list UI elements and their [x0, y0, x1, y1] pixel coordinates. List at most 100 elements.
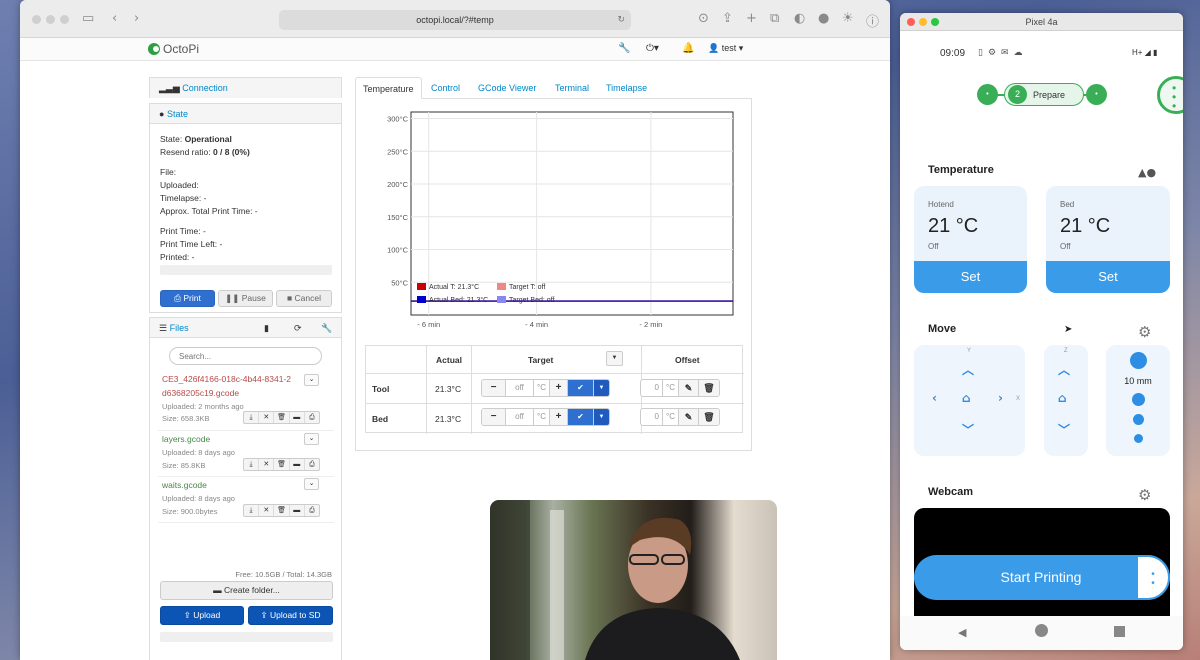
- delete-file-icon[interactable]: ✕: [259, 505, 275, 516]
- x-plus-arrow-icon[interactable]: ›: [998, 391, 1003, 405]
- tab-temperature[interactable]: Temperature: [355, 77, 422, 99]
- y-plus-arrow-icon[interactable]: ︿: [962, 361, 974, 378]
- tab-control[interactable]: Control: [424, 77, 467, 99]
- print-file-icon[interactable]: ⎙: [305, 412, 319, 423]
- file-expand-button[interactable]: ⌄: [304, 374, 319, 386]
- step-medium-dot[interactable]: [1132, 393, 1145, 406]
- home-nav-icon[interactable]: [1035, 624, 1048, 637]
- print-button[interactable]: ⎙ Print: [160, 290, 215, 307]
- recents-nav-icon[interactable]: [1114, 626, 1125, 637]
- settings-wrench-icon[interactable]: 🔧: [321, 318, 332, 338]
- pause-button[interactable]: ❚❚ Pause: [218, 290, 273, 307]
- octopi-logo[interactable]: OctoPi: [148, 42, 199, 56]
- trash-icon[interactable]: 🗑: [699, 380, 719, 396]
- close-window-button[interactable]: [907, 18, 915, 26]
- download-icon[interactable]: ⊙: [698, 11, 709, 26]
- increase-icon[interactable]: +: [550, 380, 568, 396]
- download-file-icon[interactable]: ⤓: [244, 412, 260, 423]
- bed-target-input[interactable]: off: [506, 409, 534, 425]
- decrease-icon[interactable]: −: [482, 409, 506, 425]
- delete-file-icon[interactable]: ✕: [259, 412, 275, 423]
- print-file-icon[interactable]: ⎙: [305, 459, 319, 470]
- home-xy-icon[interactable]: ⌂: [962, 391, 971, 405]
- shapes-icon[interactable]: ▲●: [1138, 166, 1156, 179]
- connection-header[interactable]: ▂▃▅ Connection: [150, 78, 341, 98]
- menu-fab[interactable]: • • •: [1157, 76, 1183, 114]
- delete-file-icon[interactable]: ✕: [259, 459, 275, 470]
- user-menu[interactable]: 👤 test ▾: [708, 43, 743, 54]
- confirm-check-icon[interactable]: ✔: [568, 409, 594, 425]
- tool-offset-input[interactable]: 0: [641, 380, 663, 396]
- webcam-settings-gear-icon[interactable]: ⚙: [1138, 486, 1151, 504]
- download-file-icon[interactable]: ⤓: [244, 505, 260, 516]
- extension-icon-2[interactable]: ●: [818, 11, 829, 26]
- x-minus-arrow-icon[interactable]: ‹: [932, 391, 937, 405]
- trash-icon[interactable]: 🗑: [699, 409, 719, 425]
- file-name[interactable]: CE3_426f4166-018c-4b44-8341-2: [162, 374, 291, 384]
- create-folder-button[interactable]: ▬ Create folder...: [160, 581, 333, 600]
- target-dropdown-button[interactable]: ▼: [606, 351, 623, 366]
- print-file-icon[interactable]: ⎙: [305, 505, 319, 516]
- tab-timelapse[interactable]: Timelapse: [599, 77, 654, 99]
- state-header[interactable]: ● State: [150, 104, 341, 124]
- sd-card-icon[interactable]: ▮: [264, 318, 269, 338]
- upload-to-sd-button[interactable]: ⇪ Upload to SD: [248, 606, 333, 625]
- maximize-window-button[interactable]: [931, 18, 939, 26]
- tab-gcode-viewer[interactable]: GCode Viewer: [471, 77, 543, 99]
- tool-target-input[interactable]: off: [506, 380, 534, 396]
- step-3-icon[interactable]: •: [1086, 84, 1107, 105]
- info-icon[interactable]: ⓘ: [866, 11, 879, 30]
- brightness-icon[interactable]: ☀: [842, 11, 854, 26]
- cancel-button[interactable]: ■ Cancel: [276, 290, 332, 307]
- extension-icon[interactable]: ◐: [794, 11, 805, 26]
- confirm-check-icon[interactable]: ✔: [568, 380, 594, 396]
- dropdown-caret-icon[interactable]: ▼: [594, 409, 609, 425]
- tab-overview-icon[interactable]: ⧉: [770, 11, 779, 26]
- back-icon[interactable]: ‹: [112, 11, 117, 26]
- edit-pencil-icon[interactable]: ✎: [679, 409, 699, 425]
- z-minus-arrow-icon[interactable]: ﹀: [1058, 421, 1070, 438]
- bed-offset-input[interactable]: 0: [641, 409, 663, 425]
- folder-icon[interactable]: ▬: [290, 412, 305, 423]
- refresh-icon[interactable]: ⟳: [294, 318, 302, 338]
- share-icon[interactable]: ⇪: [722, 11, 733, 26]
- new-tab-icon[interactable]: +: [746, 11, 757, 26]
- start-printing-button[interactable]: Start Printing • •: [914, 555, 1170, 600]
- close-window-button[interactable]: [32, 15, 41, 24]
- increase-icon[interactable]: +: [550, 409, 568, 425]
- folder-icon[interactable]: ▬: [290, 505, 305, 516]
- reload-icon[interactable]: ↻: [617, 10, 625, 30]
- file-search-input[interactable]: [169, 347, 322, 365]
- upload-button[interactable]: ⇪ Upload: [160, 606, 244, 625]
- step-large-dot[interactable]: [1130, 352, 1147, 369]
- file-name-cont[interactable]: d6368205c19.gcode: [162, 388, 239, 398]
- sidebar-toggle-icon[interactable]: ▭: [82, 11, 94, 26]
- power-icon[interactable]: ⏻▾: [646, 43, 659, 54]
- folder-icon[interactable]: ▬: [290, 459, 305, 470]
- step-tiny-dot[interactable]: [1134, 434, 1143, 443]
- file-name[interactable]: waits.gcode: [162, 480, 207, 490]
- file-expand-button[interactable]: ⌄: [304, 478, 319, 490]
- maximize-window-button[interactable]: [60, 15, 69, 24]
- dropdown-caret-icon[interactable]: ▼: [594, 380, 609, 396]
- bell-icon[interactable]: 🔔: [682, 43, 694, 54]
- step-1-icon[interactable]: •: [977, 84, 998, 105]
- file-expand-button[interactable]: ⌄: [304, 433, 319, 445]
- minimize-window-button[interactable]: [919, 18, 927, 26]
- bed-set-button[interactable]: Set: [1046, 261, 1170, 293]
- tab-terminal[interactable]: Terminal: [548, 77, 596, 99]
- move-settings-gear-icon[interactable]: ⚙: [1138, 323, 1151, 341]
- hotend-set-button[interactable]: Set: [914, 261, 1027, 293]
- file-name[interactable]: layers.gcode: [162, 434, 210, 444]
- back-nav-icon[interactable]: ◀: [958, 626, 966, 639]
- edit-pencil-icon[interactable]: ✎: [679, 380, 699, 396]
- forward-icon[interactable]: ›: [134, 11, 139, 26]
- y-minus-arrow-icon[interactable]: ﹀: [962, 421, 974, 438]
- wrench-icon[interactable]: 🔧: [618, 43, 630, 54]
- z-plus-arrow-icon[interactable]: ︿: [1058, 361, 1070, 378]
- trash-icon[interactable]: 🗑: [274, 505, 290, 516]
- download-file-icon[interactable]: ⤓: [244, 459, 260, 470]
- step-small-dot[interactable]: [1133, 414, 1144, 425]
- current-step[interactable]: 2 Prepare: [1004, 83, 1084, 106]
- files-title[interactable]: Files: [170, 323, 189, 333]
